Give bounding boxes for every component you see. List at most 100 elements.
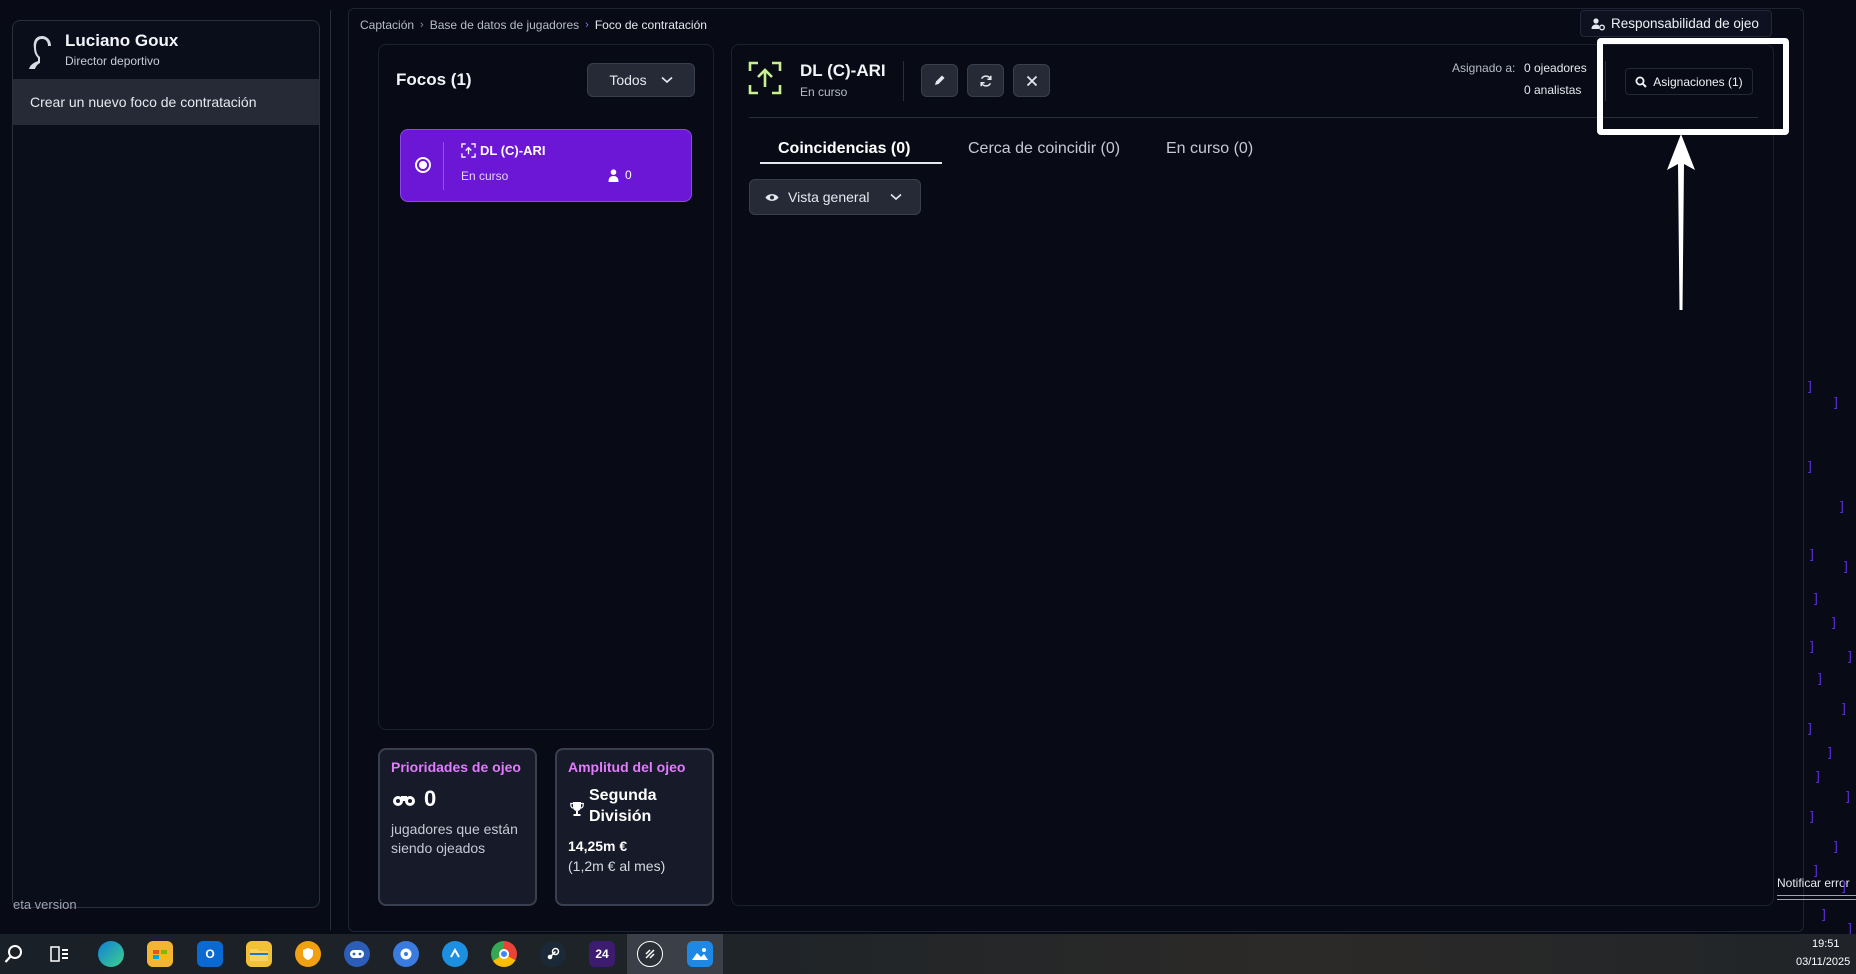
focus-target-icon [748, 61, 782, 95]
media-icon[interactable] [393, 941, 419, 967]
trophy-icon [570, 802, 584, 816]
focus-filter-value: Todos [609, 72, 647, 88]
decorative-mark: ] [1806, 380, 1814, 395]
focus-item[interactable]: DL (C)-ARI En curso 0 [400, 129, 692, 202]
focus-item-title: DL (C)-ARI [461, 143, 545, 158]
breadcrumb-captacion[interactable]: Captación [360, 18, 414, 32]
breadcrumb-current: Foco de contratación [594, 18, 707, 32]
user-role: Director deportivo [65, 54, 160, 68]
background-panel-edge [330, 10, 340, 930]
focus-detail-status: En curso [800, 85, 848, 99]
new-focus-button[interactable]: Crear un nuevo foco de contratación [13, 79, 319, 125]
focus-item-name: DL (C)-ARI [480, 143, 546, 158]
chevron-down-icon [661, 76, 673, 84]
scouting-amplitude-per-month: (1,2m € al mes) [568, 858, 666, 874]
close-focus-button[interactable] [1013, 64, 1050, 97]
taskbar: O 24 [0, 934, 1856, 974]
tab-near-match[interactable]: Cerca de coincidir (0) [968, 140, 1120, 158]
close-icon [1026, 75, 1037, 86]
explorer-icon[interactable] [246, 941, 272, 967]
decorative-mark: ] [1814, 770, 1822, 785]
focus-filter-select[interactable]: Todos [587, 63, 695, 97]
decorative-mark: ] [1842, 560, 1850, 575]
divider [443, 142, 444, 190]
sync-icon[interactable] [442, 941, 468, 967]
focus-item-status: En curso [461, 169, 509, 183]
decorative-mark: ] [1808, 810, 1816, 825]
focus-item-count-value: 0 [625, 168, 632, 182]
decorative-mark: ] [1832, 396, 1840, 411]
beta-version-label: eta version [13, 897, 77, 912]
assigned-to-label: Asignado a: [1452, 61, 1516, 75]
focus-selected-radio[interactable] [415, 157, 431, 173]
scouting-amplitude-value: 14,25m € [568, 838, 628, 854]
scouting-priorities-value: 0 [424, 786, 437, 811]
scouting-priorities-title: Prioridades de ojeo [391, 759, 521, 775]
decorative-mark: ] [1832, 840, 1840, 855]
divider [1609, 117, 1756, 118]
divider [1777, 895, 1856, 896]
arrow-up-icon [1667, 134, 1695, 310]
decorative-mark: ] [1812, 864, 1820, 879]
user-settings-icon [1591, 17, 1605, 30]
focus-detail-panel: DL (C)-ARI En curso Asignado a: 0 ojeado… [731, 44, 1774, 906]
decorative-mark: ] [1816, 672, 1824, 687]
view-mode-select[interactable]: Vista general [749, 179, 921, 215]
scouting-responsibility-button[interactable]: Responsabilidad de ojeo [1580, 10, 1772, 37]
decorative-mark: ] [1844, 790, 1852, 805]
refresh-icon [979, 74, 992, 87]
tab-matches[interactable]: Coincidencias (0) [778, 140, 910, 158]
focus-target-icon [461, 143, 476, 158]
refresh-focus-button[interactable] [967, 64, 1004, 97]
focus-detail-name: DL (C)-ARI [800, 61, 886, 80]
pencil-icon [935, 75, 945, 85]
decorative-mark: ] [1840, 702, 1848, 717]
tab-in-progress[interactable]: En curso (0) [1166, 140, 1253, 158]
user-icon [608, 168, 619, 182]
outlook-icon[interactable]: O [197, 941, 223, 967]
task-view-icon[interactable] [47, 941, 73, 967]
photos-icon[interactable] [687, 941, 713, 967]
clock-time: 19:51 [1812, 938, 1840, 950]
scouting-amplitude-card: Amplitud del ojeo Segunda División 14,25… [555, 748, 714, 906]
scouting-responsibility-label: Responsabilidad de ojeo [1611, 16, 1759, 31]
steam-icon[interactable] [540, 941, 566, 967]
edit-focus-button[interactable] [921, 64, 958, 97]
chevron-right-icon: › [420, 19, 424, 31]
clock-date: 03/11/2025 [1796, 956, 1851, 968]
view-mode-value: Vista general [788, 189, 870, 205]
browser-icon[interactable] [637, 941, 663, 967]
breadcrumb-player-database[interactable]: Base de datos de jugadores [430, 18, 579, 32]
edge-icon[interactable] [98, 941, 124, 967]
scouting-amplitude-title: Amplitud del ojeo [568, 759, 686, 775]
decorative-mark: ] [1806, 722, 1814, 737]
focus-list-panel: Focos (1) Todos DL (C)-ARI En curso 0 [378, 44, 714, 730]
user-name: Luciano Goux [65, 31, 179, 50]
vpn-icon[interactable] [295, 941, 321, 967]
store-icon[interactable] [147, 941, 173, 967]
controller-icon[interactable] [344, 941, 370, 967]
search-icon[interactable] [1, 941, 27, 967]
user-card: Luciano Goux Director deportivo [13, 21, 319, 79]
binoculars-icon [393, 796, 415, 806]
focus-item-count: 0 [608, 168, 632, 182]
decorative-mark: ] [1846, 650, 1854, 665]
highlight-box [1597, 38, 1789, 135]
assigned-scouts-count: 0 ojeadores [1524, 61, 1587, 75]
decorative-mark: ] [1808, 640, 1816, 655]
active-tab-indicator [760, 162, 942, 164]
focus-list-title: Focos (1) [396, 70, 472, 89]
decorative-mark: ] [1806, 460, 1814, 475]
fm24-icon[interactable]: 24 [589, 941, 615, 967]
avatar [29, 36, 51, 69]
decorative-mark: ] [1808, 548, 1816, 563]
chrome-icon[interactable] [491, 941, 517, 967]
scouting-amplitude-league: Segunda División [589, 787, 657, 825]
decorative-mark: ] [1840, 880, 1848, 895]
breadcrumb: Captación › Base de datos de jugadores ›… [360, 16, 707, 34]
divider [1777, 899, 1856, 900]
sidebar: Luciano Goux Director deportivo Crear un… [12, 20, 320, 912]
decorative-mark: ] [1838, 500, 1846, 515]
assigned-analysts-count: 0 analistas [1524, 83, 1582, 97]
scouting-priorities-card: Prioridades de ojeo 0 jugadores que está… [378, 748, 537, 906]
